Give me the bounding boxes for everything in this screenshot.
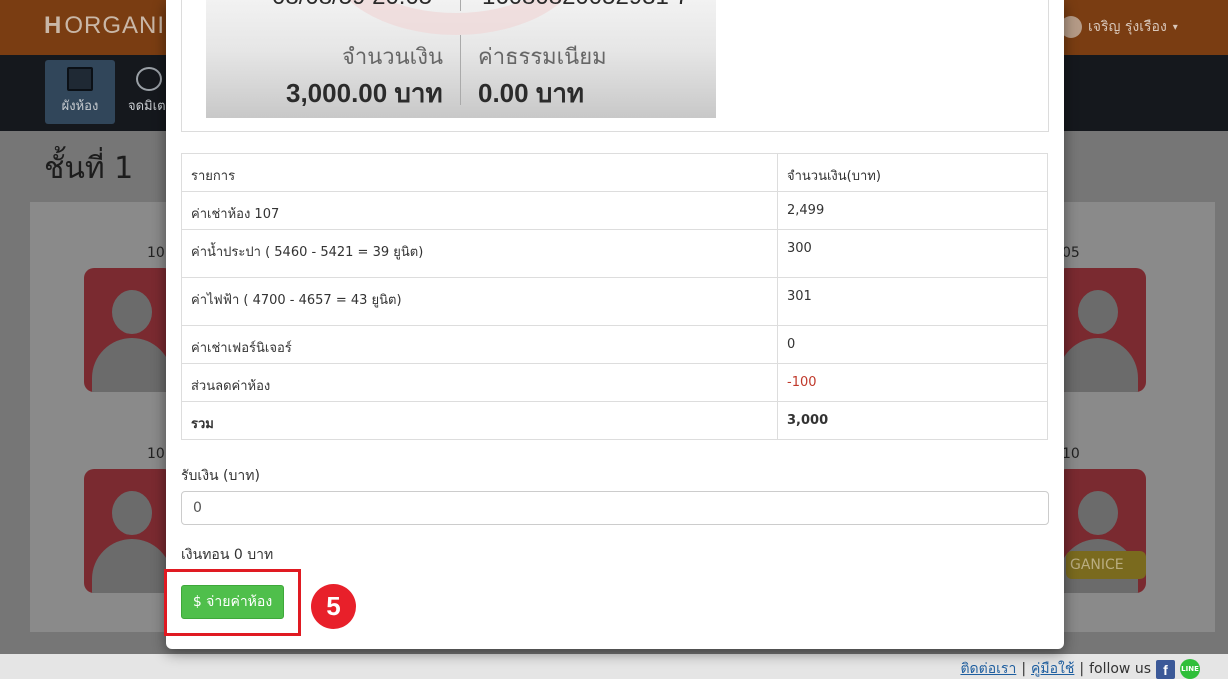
transfer-slip-frame: 08/08/59 20:05 16080820052931 7 จำนวนเงิ… [181, 0, 1049, 132]
footer-separator: | [1021, 661, 1027, 677]
nav-item-label: ผังห้อง [61, 99, 99, 114]
total-amount: 3,000 [777, 401, 1048, 440]
table-row: ค่าน้ำประปา ( 5460 - 5421 = 39 ยูนิต) 30… [181, 229, 1048, 278]
nav-item-room-layout[interactable]: ผังห้อง [45, 60, 115, 124]
room-label: 10 [147, 446, 165, 462]
person-body-shape [92, 338, 172, 392]
nav-item-meter[interactable]: จดมิเต [122, 60, 166, 124]
logo-mark-icon: H [44, 12, 63, 39]
slip-date: 08/08/59 20:05 [272, 0, 432, 11]
line-icon[interactable]: LINE [1180, 659, 1200, 679]
person-icon [1078, 491, 1118, 535]
row-amount-discount: -100 [777, 363, 1048, 402]
nav-item-label: จดมิเต [128, 99, 166, 114]
row-item: ค่าไฟฟ้า ( 4700 - 4657 = 43 ยูนิต) [181, 277, 778, 326]
table-row: ส่วนลดค่าห้อง -100 [181, 363, 1048, 402]
table-row: ค่าเช่าห้อง 107 2,499 [181, 191, 1048, 230]
table-row: ค่าเช่าเฟอร์นิเจอร์ 0 [181, 325, 1048, 364]
row-amount: 300 [777, 229, 1048, 278]
footer-separator: | [1079, 661, 1085, 677]
person-icon [112, 290, 152, 334]
person-body-shape [92, 539, 172, 593]
bill-table: รายการ จำนวนเงิน(บาท) ค่าเช่าห้อง 107 2,… [181, 153, 1048, 440]
change-amount-text: เงินทอน 0 บาท [181, 547, 274, 563]
chevron-down-icon: ▾ [1172, 21, 1178, 33]
room-label: 10 [147, 245, 165, 261]
header-item: รายการ [181, 153, 778, 192]
room-card[interactable] [84, 469, 174, 593]
person-icon [1078, 290, 1118, 334]
table-header-row: รายการ จำนวนเงิน(บาท) [181, 153, 1048, 192]
receive-amount-input[interactable] [181, 491, 1049, 525]
slip-divider [460, 35, 461, 105]
transfer-slip-image: 08/08/59 20:05 16080820052931 7 จำนวนเงิ… [206, 0, 716, 118]
pay-rent-button[interactable]: $ จ่ายค่าห้อง [181, 585, 284, 619]
contact-link[interactable]: ติดต่อเรา [960, 658, 1016, 679]
table-row: ค่าไฟฟ้า ( 4700 - 4657 = 43 ยูนิต) 301 [181, 277, 1048, 326]
room-label: 05 [1062, 245, 1080, 261]
footer: ติดต่อเรา | คู่มือใช้ | follow us f LINE [0, 654, 1228, 679]
app-logo[interactable]: HORGANI [44, 12, 165, 40]
user-menu[interactable]: เจริญ รุ่งเรือง ▾ [1060, 16, 1178, 38]
row-item: ค่าเช่าห้อง 107 [181, 191, 778, 230]
table-total-row: รวม 3,000 [181, 401, 1048, 440]
room-label: 10 [1062, 446, 1080, 462]
room-card[interactable]: GANICE [1056, 469, 1146, 593]
slip-divider [460, 0, 461, 11]
slip-ref-number: 16080820052931 7 [482, 0, 689, 11]
row-item: ค่าเช่าเฟอร์นิเจอร์ [181, 325, 778, 364]
status-badge: GANICE [1066, 551, 1146, 579]
slip-amount-value: 3,000.00 บาท [286, 78, 443, 108]
slip-amount-label: จำนวนเงิน [342, 44, 443, 69]
gauge-icon [136, 67, 162, 91]
manual-link[interactable]: คู่มือใช้ [1031, 658, 1074, 679]
footer-links: ติดต่อเรา | คู่มือใช้ | follow us f LINE [960, 658, 1200, 679]
step-number-badge: 5 [311, 584, 356, 629]
receive-amount-label: รับเงิน (บาท) [181, 468, 260, 484]
row-amount: 2,499 [777, 191, 1048, 230]
row-item: ส่วนลดค่าห้อง [181, 363, 778, 402]
facebook-icon[interactable]: f [1156, 659, 1175, 679]
slip-fee-label: ค่าธรรมเนียม [478, 44, 607, 69]
row-item: ค่าน้ำประปา ( 5460 - 5421 = 39 ยูนิต) [181, 229, 778, 278]
slip-fee-value: 0.00 บาท [478, 78, 585, 108]
floor-title: ชั้นที่ 1 [44, 151, 134, 186]
row-amount: 301 [777, 277, 1048, 326]
room-card[interactable] [84, 268, 174, 392]
room-card[interactable] [1056, 268, 1146, 392]
header-amount: จำนวนเงิน(บาท) [777, 153, 1048, 192]
logo-text: ORGANI [64, 12, 166, 39]
person-icon [112, 491, 152, 535]
follow-text: follow us [1089, 661, 1151, 677]
row-amount: 0 [777, 325, 1048, 364]
payment-modal: 08/08/59 20:05 16080820052931 7 จำนวนเงิ… [164, 0, 1064, 649]
person-body-shape [1058, 338, 1138, 392]
total-label: รวม [181, 401, 778, 440]
building-icon [67, 67, 93, 91]
user-name: เจริญ รุ่งเรือง [1088, 19, 1167, 35]
